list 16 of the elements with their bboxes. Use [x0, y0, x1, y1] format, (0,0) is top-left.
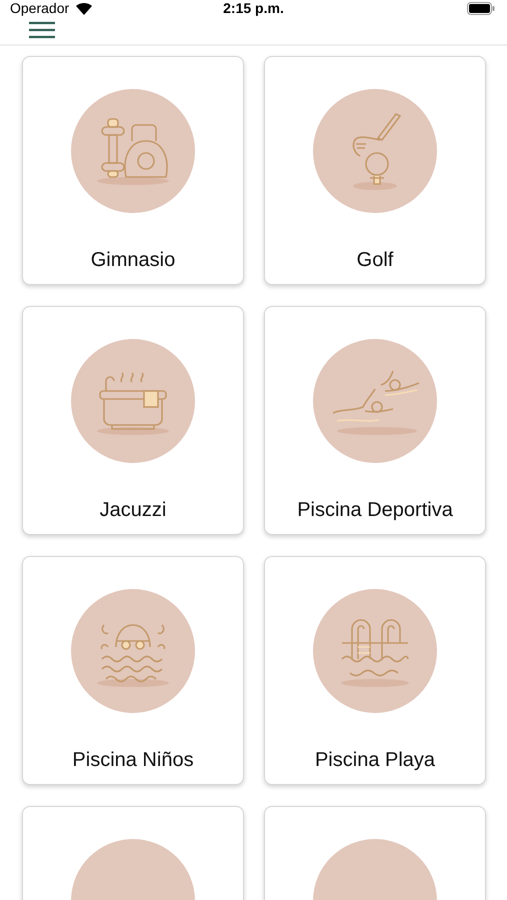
facility-card[interactable]: Gimnasio	[22, 56, 244, 285]
facility-card[interactable]: Golf	[264, 56, 486, 285]
facility-card[interactable]: Piscina Niños	[22, 556, 244, 785]
facility-card[interactable]: Piscina Playa	[264, 556, 486, 785]
wifi-icon	[75, 2, 94, 14]
facility-label: Gimnasio	[90, 249, 176, 272]
facility-label: Golf	[356, 249, 394, 272]
facility-card[interactable]: Piscina Deportiva	[264, 306, 486, 535]
facility-card[interactable]: Jacuzzi	[22, 306, 244, 535]
facility-label: Jacuzzi	[100, 499, 166, 522]
facility-label: Piscina Deportiva	[297, 499, 453, 522]
carrier-name: Operador	[10, 0, 70, 16]
facility-label: Piscina Playa	[314, 749, 436, 772]
clock-time: 2:15 p.m.	[222, 0, 285, 16]
facility-label: Piscina Niños	[72, 749, 194, 772]
battery-icon	[467, 2, 495, 14]
